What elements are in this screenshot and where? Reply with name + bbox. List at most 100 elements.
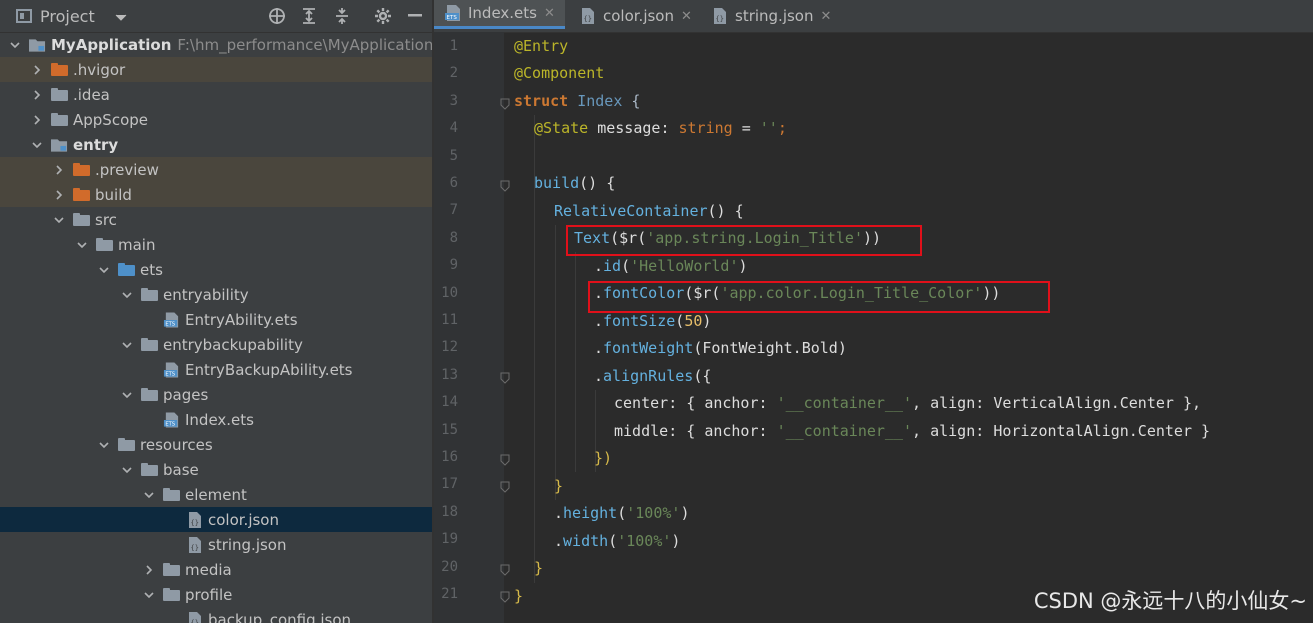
crosshair-icon[interactable] — [268, 0, 286, 32]
folder-icon — [141, 337, 158, 353]
tree-item-label: base — [163, 460, 199, 479]
code-line-16: }) — [594, 449, 613, 467]
highlight-box-text-call — [566, 225, 922, 256]
chevron-down-icon[interactable] — [30, 138, 44, 152]
close-icon[interactable]: ✕ — [821, 9, 832, 24]
tree-item-build[interactable]: build — [0, 182, 432, 207]
json-file-icon: {} — [186, 511, 203, 528]
line-number: 3 — [449, 92, 458, 109]
fold-marker-icon[interactable] — [500, 588, 510, 603]
collapse-all-icon[interactable] — [334, 0, 350, 32]
tree-item-media[interactable]: media — [0, 557, 432, 582]
tree-item-preview[interactable]: .preview — [0, 157, 432, 182]
tab-string-json[interactable]: {} string.json ✕ — [712, 0, 842, 32]
ide-window: Project MyApplicationF:\hm_performance\ — [0, 0, 1313, 623]
tree-item-idea[interactable]: .idea — [0, 82, 432, 107]
tree-item-entryability[interactable]: entryability — [0, 282, 432, 307]
folder-icon — [141, 462, 158, 478]
tree-item-label: backup_config.json — [208, 610, 352, 623]
chevron-down-icon[interactable] — [97, 263, 111, 277]
tree-item-index-ets[interactable]: ETS Index.ets — [0, 407, 432, 432]
line-number: 1 — [449, 38, 458, 54]
fold-marker-icon[interactable] — [500, 177, 510, 192]
close-icon[interactable]: ✕ — [544, 6, 555, 21]
svg-text:{}: {} — [716, 15, 724, 23]
chevron-right-icon[interactable] — [30, 113, 44, 127]
indent-guide — [555, 225, 556, 500]
tree-item-entryability-ets[interactable]: ETS EntryAbility.ets — [0, 307, 432, 332]
project-tree: MyApplication F:\hm_performance\MyApplica… — [0, 32, 432, 623]
fold-marker-icon[interactable] — [500, 561, 510, 576]
fold-marker-icon[interactable] — [500, 369, 510, 384]
folder-icon — [118, 262, 135, 278]
tree-item-label: element — [185, 485, 247, 504]
folder-icon — [51, 62, 68, 78]
chevron-right-icon[interactable] — [30, 88, 44, 102]
fold-marker-icon[interactable] — [500, 95, 510, 110]
tree-item-backup-config-json[interactable]: {} backup_config.json — [0, 607, 432, 623]
tree-item-color-json[interactable]: {} color.json — [0, 507, 432, 532]
close-icon[interactable]: ✕ — [681, 9, 692, 24]
tree-item-main[interactable]: main — [0, 232, 432, 257]
tree-item-hvigor[interactable]: .hvigor — [0, 57, 432, 82]
tree-item-label: entry — [73, 135, 119, 154]
json-file-icon: {} — [714, 8, 726, 24]
chevron-right-icon[interactable] — [30, 63, 44, 77]
chevron-right-icon[interactable] — [52, 163, 66, 177]
tree-item-myapplication[interactable]: MyApplication F:\hm_performance\MyApplica… — [0, 32, 432, 57]
line-number: 7 — [449, 202, 458, 219]
tab-label: Index.ets — [468, 4, 537, 22]
line-number: 9 — [449, 257, 458, 274]
tree-item-entry[interactable]: entry — [0, 132, 432, 157]
tree-item-resources[interactable]: resources — [0, 432, 432, 457]
expand-all-icon[interactable] — [301, 0, 317, 32]
tab-color-json[interactable]: {} color.json ✕ — [574, 0, 699, 32]
line-number: 8 — [449, 229, 458, 246]
chevron-down-icon[interactable] — [52, 213, 66, 227]
tree-item-entrybackupability[interactable]: entrybackupability — [0, 332, 432, 357]
chevron-down-icon[interactable] — [142, 488, 156, 502]
chevron-down-icon[interactable] — [120, 388, 134, 402]
chevron-down-icon[interactable] — [8, 38, 22, 52]
tree-item-label: EntryAbility.ets — [185, 310, 298, 329]
code-line-7: RelativeContainer() { — [554, 202, 744, 220]
folder-icon — [96, 237, 113, 253]
module-folder-icon — [29, 37, 46, 53]
tree-item-src[interactable]: src — [0, 207, 432, 232]
svg-text:{}: {} — [190, 519, 198, 527]
gear-icon[interactable] — [374, 0, 392, 32]
line-number: 18 — [441, 503, 458, 520]
tab-index-ets[interactable]: ETS Index.ets ✕ — [434, 0, 565, 29]
line-number: 19 — [441, 531, 458, 548]
tree-item-base[interactable]: base — [0, 457, 432, 482]
module-folder-icon — [51, 137, 68, 153]
project-toolbar: Project — [0, 0, 432, 33]
tree-item-ets[interactable]: ets — [0, 257, 432, 282]
indent-guide — [575, 252, 576, 472]
chevron-down-icon[interactable] — [120, 463, 134, 477]
chevron-down-icon[interactable] — [115, 7, 127, 26]
fold-marker-icon[interactable] — [500, 478, 510, 494]
chevron-down-icon[interactable] — [97, 438, 111, 452]
chevron-down-icon[interactable] — [120, 288, 134, 302]
project-view-selector[interactable]: Project — [16, 0, 127, 32]
tree-item-pages[interactable]: pages — [0, 382, 432, 407]
tree-item-label: .idea — [73, 85, 110, 104]
chevron-right-icon[interactable] — [142, 563, 156, 577]
folder-icon — [73, 187, 90, 203]
tab-label: string.json — [735, 7, 814, 25]
chevron-down-icon[interactable] — [142, 588, 156, 602]
chevron-right-icon[interactable] — [52, 188, 66, 202]
chevron-down-icon[interactable] — [75, 238, 89, 252]
tree-item-element[interactable]: element — [0, 482, 432, 507]
code-line-20: } — [534, 559, 544, 577]
tree-item-entrybackupability-ets[interactable]: ETS EntryBackupAbility.ets — [0, 357, 432, 382]
chevron-down-icon[interactable] — [120, 338, 134, 352]
code-area[interactable]: @Entry @Component struct Index { @State … — [514, 32, 1313, 623]
minimize-icon[interactable] — [408, 0, 422, 32]
tree-item-string-json[interactable]: {} string.json — [0, 532, 432, 557]
code-line-21: } — [514, 587, 524, 605]
tree-item-profile[interactable]: profile — [0, 582, 432, 607]
tree-item-appscope[interactable]: AppScope — [0, 107, 432, 132]
fold-marker-icon[interactable] — [500, 451, 510, 466]
